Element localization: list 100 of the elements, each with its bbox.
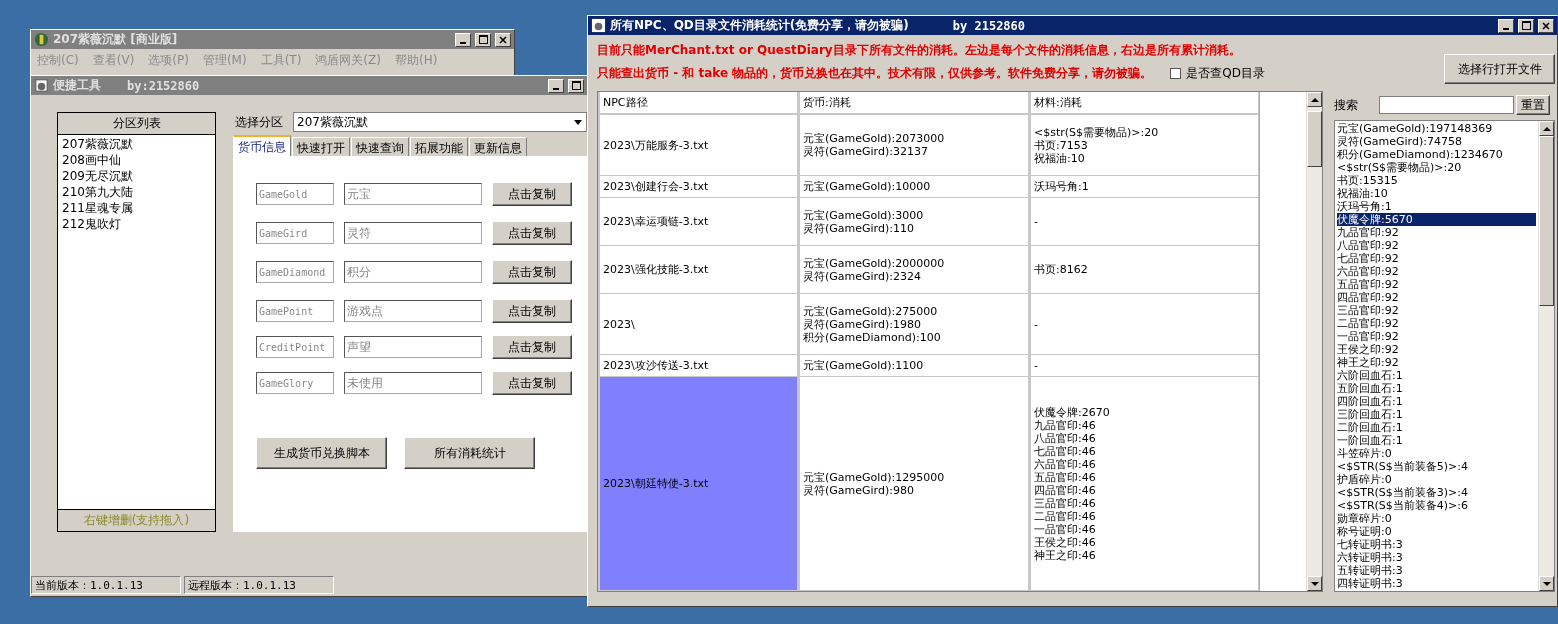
minimize-button[interactable] [1498, 18, 1514, 33]
window-title: 所有NPC、QD目录文件消耗统计(免费分享，请勿被骗) [610, 17, 909, 34]
list-item[interactable]: 三阶回血石:1 [1337, 408, 1536, 421]
list-item[interactable]: 九品官印:92 [1337, 226, 1536, 239]
reset-button[interactable]: 重置 [1516, 95, 1550, 115]
action-button[interactable]: 所有消耗统计 [404, 437, 535, 469]
cell-line: 祝福油:10 [1034, 151, 1085, 165]
list-item[interactable]: <$STR(S$当前装备4)>:6 [1337, 499, 1536, 512]
input-field[interactable]: 游戏点 [344, 300, 482, 322]
partition-item[interactable]: 212鬼吹灯 [62, 216, 211, 232]
list-item[interactable]: 神王之印:92 [1337, 356, 1536, 369]
scrollbar[interactable] [1306, 92, 1322, 591]
cell-line: 一品官印:46 [1034, 522, 1096, 536]
tab[interactable]: 更新信息 [469, 137, 527, 156]
window-title: 207紫薇沉默 [商业版] [53, 31, 178, 48]
list-item[interactable]: 书页:15315 [1337, 174, 1536, 187]
close-button[interactable] [1538, 18, 1554, 33]
list-item[interactable]: 五阶回血石:1 [1337, 382, 1536, 395]
list-item[interactable]: 三品官印:92 [1337, 304, 1536, 317]
list-item[interactable]: 四品官印:92 [1337, 291, 1536, 304]
maximize-button[interactable] [1518, 18, 1534, 33]
open-file-button[interactable]: 选择行打开文件 [1444, 54, 1555, 84]
copy-button[interactable]: 点击复制 [492, 221, 572, 245]
table-cell: 2023\创建行会-3.txt [598, 176, 798, 198]
list-item[interactable]: 二阶回血石:1 [1337, 421, 1536, 434]
list-item[interactable]: <$str(S$需要物品)>:20 [1337, 161, 1536, 174]
tab[interactable]: 快速查询 [351, 137, 409, 156]
tab[interactable]: 拓展功能 [410, 137, 468, 156]
cell-line: 灵符(GameGird):1980 [803, 317, 921, 331]
partition-dropdown[interactable]: 207紫薇沉默 [293, 112, 587, 132]
list-item[interactable]: 王侯之印:92 [1337, 343, 1536, 356]
list-item[interactable]: 六阶回血石:1 [1337, 369, 1536, 382]
list-item[interactable]: <$STR(S$当前装备3)>:4 [1337, 486, 1536, 499]
input-field[interactable]: 元宝 [344, 183, 482, 205]
column-header: 货币:消耗 [798, 92, 1029, 115]
input-field[interactable]: CreditPoint [256, 336, 334, 358]
cell-line: 灵符(GameGird):980 [803, 483, 914, 497]
cell-line: 元宝(GameGold):2073000 [803, 132, 945, 145]
list-item[interactable]: 勋章碎片:0 [1337, 512, 1536, 525]
input-field[interactable]: 声望 [344, 336, 482, 358]
list-item[interactable]: 一阶回血石:1 [1337, 434, 1536, 447]
cell-line: 五品官印:46 [1034, 470, 1096, 484]
search-field[interactable] [1379, 96, 1514, 114]
list-item[interactable]: 六转证明书:3 [1337, 551, 1536, 564]
list-item[interactable]: 伏魔令牌:5670 [1337, 213, 1536, 226]
list-item[interactable]: <$STR(S$当前装备5)>:4 [1337, 460, 1536, 473]
cell-line: 二品官印:46 [1034, 509, 1096, 523]
partition-item[interactable]: 211星魂专属 [62, 200, 211, 216]
input-field[interactable]: 未使用 [344, 372, 482, 394]
partition-item[interactable]: 210第九大陆 [62, 184, 211, 200]
list-item[interactable]: 一品官印:92 [1337, 330, 1536, 343]
input-field[interactable]: GameDiamond [256, 261, 334, 283]
cell-line: - [1034, 215, 1038, 228]
copy-button[interactable]: 点击复制 [492, 335, 572, 359]
list-item[interactable]: 斗笠碎片:0 [1337, 447, 1536, 460]
copy-button[interactable]: 点击复制 [492, 182, 572, 206]
partition-item[interactable]: 209无尽沉默 [62, 168, 211, 184]
input-field[interactable]: GameGird [256, 222, 334, 244]
list-item[interactable]: 积分(GameDiamond):1234670 [1337, 148, 1536, 161]
app-icon [591, 18, 606, 33]
list-item[interactable]: 八品官印:92 [1337, 239, 1536, 252]
list-item[interactable]: 七转证明书:3 [1337, 538, 1536, 551]
copy-button[interactable]: 点击复制 [492, 260, 572, 284]
copy-button[interactable]: 点击复制 [492, 371, 572, 395]
list-item[interactable]: 祝福油:10 [1337, 187, 1536, 200]
list-item[interactable]: 六品官印:92 [1337, 265, 1536, 278]
cell-line: 灵符(GameGird):2324 [803, 269, 921, 283]
cell-line: 书页:7153 [1034, 138, 1088, 152]
tab[interactable]: 货币信息 [233, 135, 291, 156]
list-item[interactable]: 沃玛号角:1 [1337, 200, 1536, 213]
input-field[interactable]: GamePoint [256, 300, 334, 322]
list-item[interactable]: 五品官印:92 [1337, 278, 1536, 291]
column-header: 材料:消耗 [1029, 92, 1259, 115]
input-field[interactable]: GameGlory [256, 372, 334, 394]
input-field[interactable]: GameGold [256, 183, 334, 205]
list-item[interactable]: 称号证明:0 [1337, 525, 1536, 538]
status-pane: 当前版本：1.0.1.13 [31, 576, 181, 594]
input-field[interactable]: 灵符 [344, 222, 482, 244]
list-item[interactable]: 七品官印:92 [1337, 252, 1536, 265]
action-button[interactable]: 生成货币兑换脚本 [256, 437, 387, 469]
list-item[interactable]: 元宝(GameGold):197148369 [1337, 122, 1536, 135]
close-icon [499, 35, 507, 44]
partition-item[interactable]: 207紫薇沉默 [62, 136, 211, 152]
list-item[interactable]: 二品官印:92 [1337, 317, 1536, 330]
cell-line: 六品官印:46 [1034, 457, 1096, 471]
table-cell: 2023\朝廷特使-3.txt [598, 377, 798, 591]
list-item[interactable]: 五转证明书:3 [1337, 564, 1536, 577]
scrollbar[interactable] [1538, 121, 1554, 591]
list-item[interactable]: 灵符(GameGird):74758 [1337, 135, 1536, 148]
copy-button[interactable]: 点击复制 [492, 299, 572, 323]
input-field[interactable]: 积分 [344, 261, 482, 283]
partition-item[interactable]: 208画中仙 [62, 152, 211, 168]
cell-line: 元宝(GameGold):275000 [803, 304, 938, 318]
tab[interactable]: 快速打开 [292, 137, 350, 156]
cell-line: 沃玛号角:1 [1034, 180, 1089, 193]
list-item[interactable]: 四转证明书:3 [1337, 577, 1536, 590]
checkbox[interactable] [1170, 67, 1182, 79]
list-item[interactable]: 护盾碎片:0 [1337, 473, 1536, 486]
list-item[interactable]: 四阶回血石:1 [1337, 395, 1536, 408]
cell-line: 灵符(GameGird):110 [803, 221, 914, 235]
